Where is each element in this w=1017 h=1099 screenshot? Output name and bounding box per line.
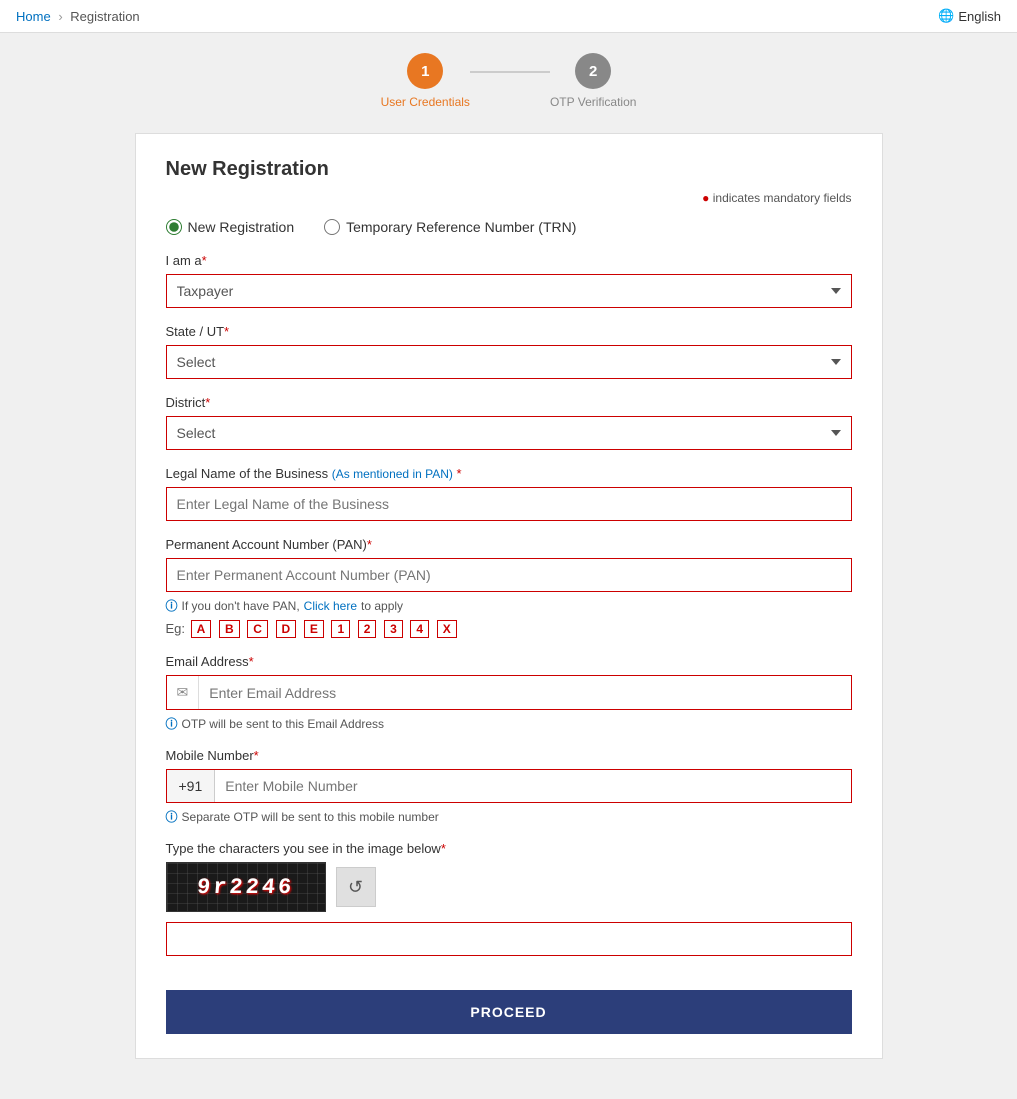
step2-circle: 2 [575, 53, 611, 89]
mandatory-note: ● indicates mandatory fields [166, 191, 852, 205]
captcha-label: Type the characters you see in the image… [166, 841, 852, 856]
registration-type-row: New Registration Temporary Reference Num… [166, 219, 852, 235]
breadcrumb: Home › Registration [16, 9, 140, 24]
step2-label: OTP Verification [550, 95, 636, 109]
captcha-field-group: Type the characters you see in the image… [166, 841, 852, 956]
iam-select[interactable]: Taxpayer Tax Deductor Tax Collector GST … [166, 274, 852, 308]
pan-info-text: ⓘ If you don't have PAN, Click here to a… [166, 597, 852, 614]
email-icon: ✉ [167, 676, 200, 709]
page-title: New Registration [166, 158, 852, 181]
mobile-label: Mobile Number* [166, 748, 852, 763]
pan-info-prefix: If you don't have PAN, [182, 599, 300, 613]
pan-label: Permanent Account Number (PAN)* [166, 537, 852, 552]
captcha-input[interactable] [166, 922, 852, 956]
info-icon-mobile: ⓘ [166, 808, 178, 825]
pan-field-group: Permanent Account Number (PAN)* ⓘ If you… [166, 537, 852, 638]
mobile-info-text: ⓘ Separate OTP will be sent to this mobi… [166, 808, 852, 825]
state-label: State / UT* [166, 324, 852, 339]
proceed-button[interactable]: PROCEED [166, 990, 852, 1034]
pan-input[interactable] [166, 558, 852, 592]
pan-char-A: A [191, 620, 212, 638]
trn-radio[interactable] [324, 219, 340, 235]
new-registration-radio[interactable] [166, 219, 182, 235]
main-content: 1 User Credentials 2 OTP Verification Ne… [119, 33, 899, 1099]
email-label: Email Address* [166, 654, 852, 669]
stepper-line [470, 71, 550, 73]
language-label: English [958, 9, 1001, 24]
iam-label: I am a* [166, 253, 852, 268]
legal-name-label: Legal Name of the Business (As mentioned… [166, 466, 852, 481]
pan-char-2: 2 [358, 620, 377, 638]
pan-char-B: B [219, 620, 240, 638]
new-registration-radio-text: New Registration [188, 219, 295, 235]
stepper-step1: 1 User Credentials [381, 53, 470, 109]
breadcrumb-current: Registration [70, 9, 139, 24]
top-nav: Home › Registration 🌐 English [0, 0, 1017, 33]
mobile-field-group: Mobile Number* +91 ⓘ Separate OTP will b… [166, 748, 852, 825]
new-registration-radio-label[interactable]: New Registration [166, 219, 295, 235]
iam-field-group: I am a* Taxpayer Tax Deductor Tax Collec… [166, 253, 852, 308]
mobile-wrapper: +91 [166, 769, 852, 803]
pan-eg-label: Eg: [166, 621, 186, 636]
email-wrapper: ✉ [166, 675, 852, 710]
pan-char-3: 3 [384, 620, 403, 638]
pan-char-D: D [276, 620, 297, 638]
district-select[interactable]: Select [166, 416, 852, 450]
captcha-refresh-button[interactable]: ↺ [336, 867, 376, 907]
trn-radio-text: Temporary Reference Number (TRN) [346, 219, 576, 235]
info-icon-pan: ⓘ [166, 597, 178, 614]
form-container: New Registration ● indicates mandatory f… [135, 133, 883, 1059]
pan-char-C: C [247, 620, 268, 638]
district-field-group: District* Select [166, 395, 852, 450]
mobile-input[interactable] [215, 770, 850, 802]
mandatory-dot: ● [702, 191, 709, 205]
mobile-prefix: +91 [167, 770, 216, 802]
breadcrumb-sep: › [58, 9, 62, 24]
legal-name-sub: (As mentioned in PAN) [332, 467, 453, 481]
info-icon-email: ⓘ [166, 715, 178, 732]
pan-char-X: X [437, 620, 457, 638]
stepper: 1 User Credentials 2 OTP Verification [135, 53, 883, 109]
pan-char-1: 1 [331, 620, 350, 638]
email-info-text: ⓘ OTP will be sent to this Email Address [166, 715, 852, 732]
pan-info-suffix: to apply [361, 599, 403, 613]
pan-char-4: 4 [410, 620, 429, 638]
step1-circle: 1 [407, 53, 443, 89]
stepper-step2: 2 OTP Verification [550, 53, 636, 109]
pan-char-E: E [304, 620, 324, 638]
globe-icon: 🌐 [938, 8, 954, 24]
captcha-text: 9r2246 [196, 875, 295, 900]
district-label: District* [166, 395, 852, 410]
legal-name-input[interactable] [166, 487, 852, 521]
step1-label: User Credentials [381, 95, 470, 109]
state-field-group: State / UT* Select [166, 324, 852, 379]
pan-click-here-link[interactable]: Click here [304, 599, 357, 613]
email-field-group: Email Address* ✉ ⓘ OTP will be sent to t… [166, 654, 852, 732]
home-link[interactable]: Home [16, 9, 51, 24]
trn-radio-label[interactable]: Temporary Reference Number (TRN) [324, 219, 576, 235]
state-select[interactable]: Select [166, 345, 852, 379]
captcha-wrapper: 9r2246 ↺ [166, 862, 852, 912]
email-input[interactable] [199, 677, 850, 709]
legal-name-field-group: Legal Name of the Business (As mentioned… [166, 466, 852, 521]
language-selector[interactable]: 🌐 English [938, 8, 1001, 24]
captcha-image: 9r2246 [166, 862, 326, 912]
pan-example: Eg: A B C D E 1 2 3 4 X [166, 620, 852, 638]
